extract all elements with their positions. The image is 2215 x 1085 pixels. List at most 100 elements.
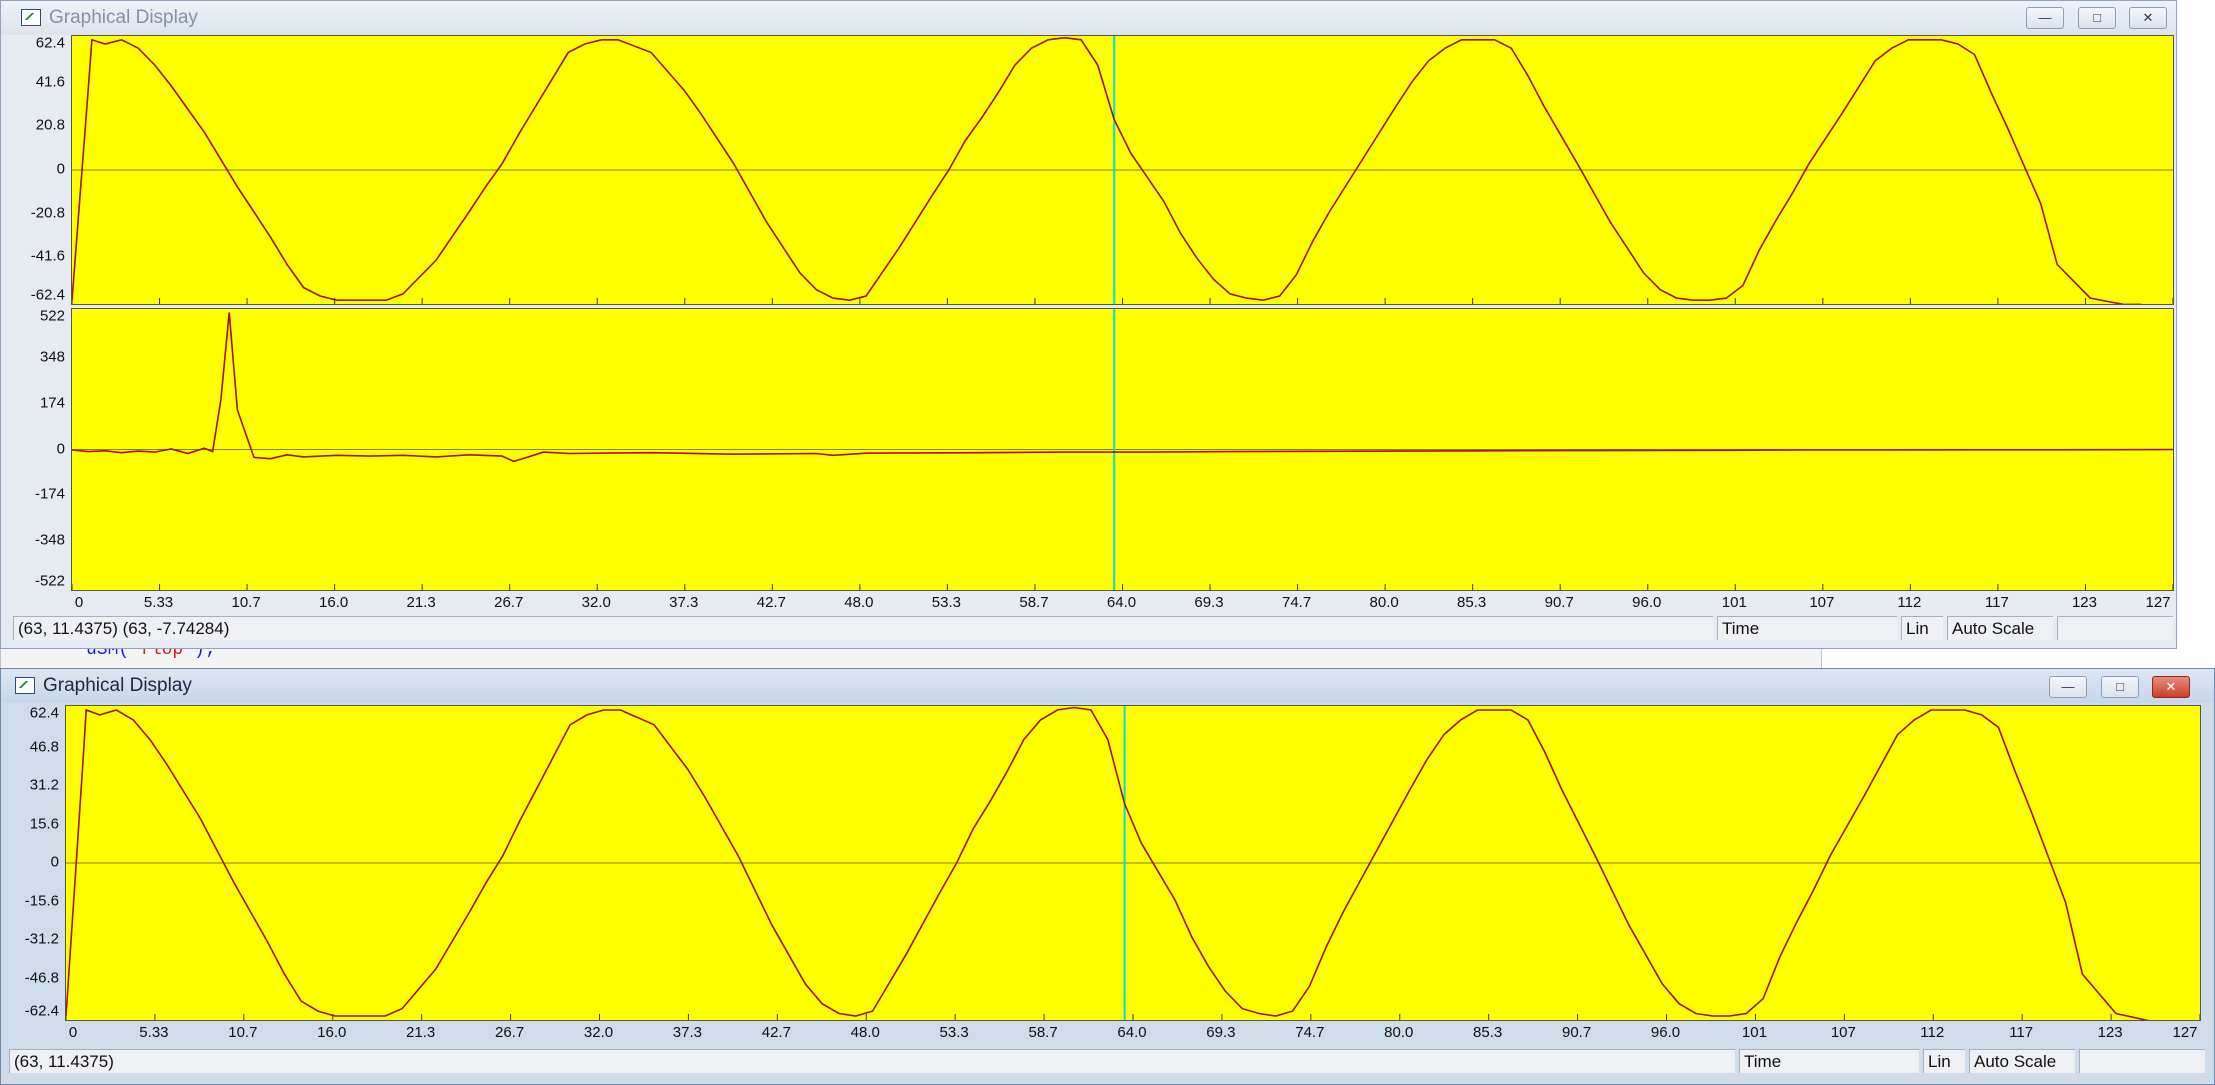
maximize-icon: □ <box>2093 10 2101 25</box>
chart-svg <box>72 36 2173 304</box>
x-tick-label: 90.7 <box>1544 594 1574 611</box>
scale-type-lin[interactable]: Lin <box>1923 1049 1965 1073</box>
x-tick-label: 21.3 <box>406 594 436 611</box>
x-tick-label: 96.0 <box>1650 1024 1681 1041</box>
y-tick-label: 0 <box>56 160 65 178</box>
x-tick-label: 0 <box>68 1024 78 1041</box>
y-tick-label: -15.6 <box>24 892 59 909</box>
x-tick-label: 117 <box>1984 594 2009 611</box>
y-tick-label: -62.4 <box>24 1002 59 1020</box>
y-tick-label: -522 <box>34 572 65 590</box>
y-axis-bottom: 62.4 46.8 31.2 15.6 0 -15.6 -31.2 -46.8 -62.4 <box>1 705 63 1021</box>
x-tick-label: 26.7 <box>494 594 524 611</box>
y-tick-label: 31.2 <box>29 776 59 794</box>
close-button[interactable]: ✕ <box>2152 676 2190 698</box>
y-tick-label: 41.6 <box>35 73 65 91</box>
x-tick-label: 85.3 <box>1457 594 1487 611</box>
auto-scale-toggle[interactable]: Auto Scale <box>1947 616 2053 640</box>
x-tick-label: 53.3 <box>939 1024 969 1041</box>
x-tick-label: 112 <box>1897 594 1922 611</box>
y-axis-middle: 522 348 174 0 -174 -348 -522 <box>1 308 69 591</box>
x-tick-label: 96.0 <box>1632 594 1662 611</box>
x-mode-time[interactable]: Time <box>1717 616 1897 640</box>
x-tick-label: 5.33 <box>139 1024 169 1041</box>
plot-area-top[interactable] <box>71 35 2174 305</box>
y-tick-label: 348 <box>39 348 65 366</box>
auto-scale-toggle[interactable]: Auto Scale <box>1969 1049 2075 1073</box>
graph-app-icon <box>21 9 41 26</box>
x-tick-label: 80.0 <box>1369 594 1399 611</box>
y-tick-label: 522 <box>39 307 65 325</box>
y-tick-label: -348 <box>34 531 65 549</box>
x-tick-label: 26.7 <box>494 1024 525 1041</box>
series-line <box>72 312 2173 463</box>
maximize-button[interactable]: □ <box>2078 7 2116 29</box>
y-tick-label: 0 <box>56 440 65 457</box>
status-bar: (63, 11.4375) Time Lin Auto Scale <box>9 1049 2205 1073</box>
x-tick-label: 48.0 <box>850 1024 880 1041</box>
x-tick-label: 127 <box>2172 1024 2198 1041</box>
close-icon: ✕ <box>2142 10 2154 25</box>
x-tick-label: 69.3 <box>1194 594 1224 611</box>
x-axis-window-1: 0 5.33 10.7 16.0 21.3 26.7 32.0 37.3 42.7 48.0 53.… <box>71 594 2174 614</box>
x-tick-label: 32.0 <box>583 1024 614 1041</box>
y-tick-label: 20.8 <box>35 116 65 134</box>
x-tick-label: 80.0 <box>1384 1024 1414 1041</box>
graphical-display-window-2: Graphical Display — □ ✕ 62.4 46.8 31.2 15.6… <box>0 668 2215 1085</box>
x-tick-label: 90.7 <box>1561 1024 1592 1041</box>
title-bar[interactable]: Graphical Display — □ ✕ <box>1 669 2214 703</box>
y-tick-label: -174 <box>34 485 65 503</box>
minimize-button[interactable]: — <box>2026 7 2064 29</box>
y-tick-label: 62.4 <box>29 704 59 722</box>
minimize-button[interactable]: — <box>2049 676 2087 698</box>
y-axis-top: 62.4 41.6 20.8 0 -20.8 -41.6 -62.4 <box>1 35 69 305</box>
status-bar: (63, 11.4375) (63, -7.74284) Time Lin Au… <box>13 616 2173 640</box>
chart-svg <box>72 309 2173 590</box>
status-empty-field <box>2079 1049 2205 1073</box>
x-tick-label: 0 <box>74 594 84 611</box>
x-tick-label: 58.7 <box>1028 1024 1058 1041</box>
series-line <box>66 706 2150 1020</box>
scale-type-lin[interactable]: Lin <box>1901 616 1943 640</box>
chart-svg <box>66 706 2200 1020</box>
x-axis-window-2: 0 5.33 10.7 16.0 21.3 26.7 32.0 37.3 42.7 48.0 53.… <box>65 1024 2201 1044</box>
y-tick-label: -62.4 <box>30 286 65 304</box>
x-mode-time[interactable]: Time <box>1739 1049 1919 1073</box>
close-icon: ✕ <box>2165 679 2177 694</box>
x-tick-label: 10.7 <box>231 594 261 611</box>
x-tick-label: 32.0 <box>581 594 611 611</box>
x-tick-label: 64.0 <box>1117 1024 1147 1041</box>
x-tick-label: 16.0 <box>319 594 349 611</box>
x-tick-label: 107 <box>1809 594 1835 611</box>
graphical-display-window-1: Graphical Display — □ ✕ 62.4 41.6 20.8 0 -20… <box>0 0 2177 649</box>
x-tick-label: 21.3 <box>406 1024 436 1041</box>
x-tick-label: 74.7 <box>1295 1024 1325 1041</box>
y-tick-label: -31.2 <box>24 930 59 948</box>
x-tick-label: 74.7 <box>1281 594 1312 611</box>
status-empty-field <box>2057 616 2173 640</box>
x-tick-label: 53.3 <box>931 594 962 611</box>
maximize-icon: □ <box>2116 679 2124 694</box>
y-tick-label: -41.6 <box>30 247 65 265</box>
title-bar[interactable]: Graphical Display — □ ✕ <box>1 1 2176 35</box>
x-tick-label: 10.7 <box>228 1024 258 1041</box>
close-button[interactable]: ✕ <box>2129 7 2167 29</box>
x-tick-label: 16.0 <box>317 1024 347 1041</box>
y-tick-label: 15.6 <box>29 815 59 832</box>
x-tick-label: 42.7 <box>761 1024 791 1041</box>
minimize-icon: — <box>2038 10 2052 25</box>
x-tick-label: 101 <box>1741 1024 1767 1041</box>
x-tick-label: 69.3 <box>1206 1024 1236 1041</box>
x-tick-label: 101 <box>1721 594 1747 611</box>
maximize-button[interactable]: □ <box>2101 676 2139 698</box>
y-tick-label: -20.8 <box>30 204 65 222</box>
plot-area-bottom[interactable] <box>65 705 2201 1021</box>
cursor-coordinates: (63, 11.4375) <box>9 1049 1735 1073</box>
y-tick-label: 0 <box>50 853 59 871</box>
x-tick-label: 123 <box>2071 594 2097 611</box>
cursor-coordinates: (63, 11.4375) (63, -7.74284) <box>13 616 1713 640</box>
x-tick-label: 112 <box>1920 1024 1945 1041</box>
x-tick-label: 85.3 <box>1473 1024 1503 1041</box>
x-tick-label: 58.7 <box>1019 594 1049 611</box>
plot-area-middle[interactable] <box>71 308 2174 591</box>
